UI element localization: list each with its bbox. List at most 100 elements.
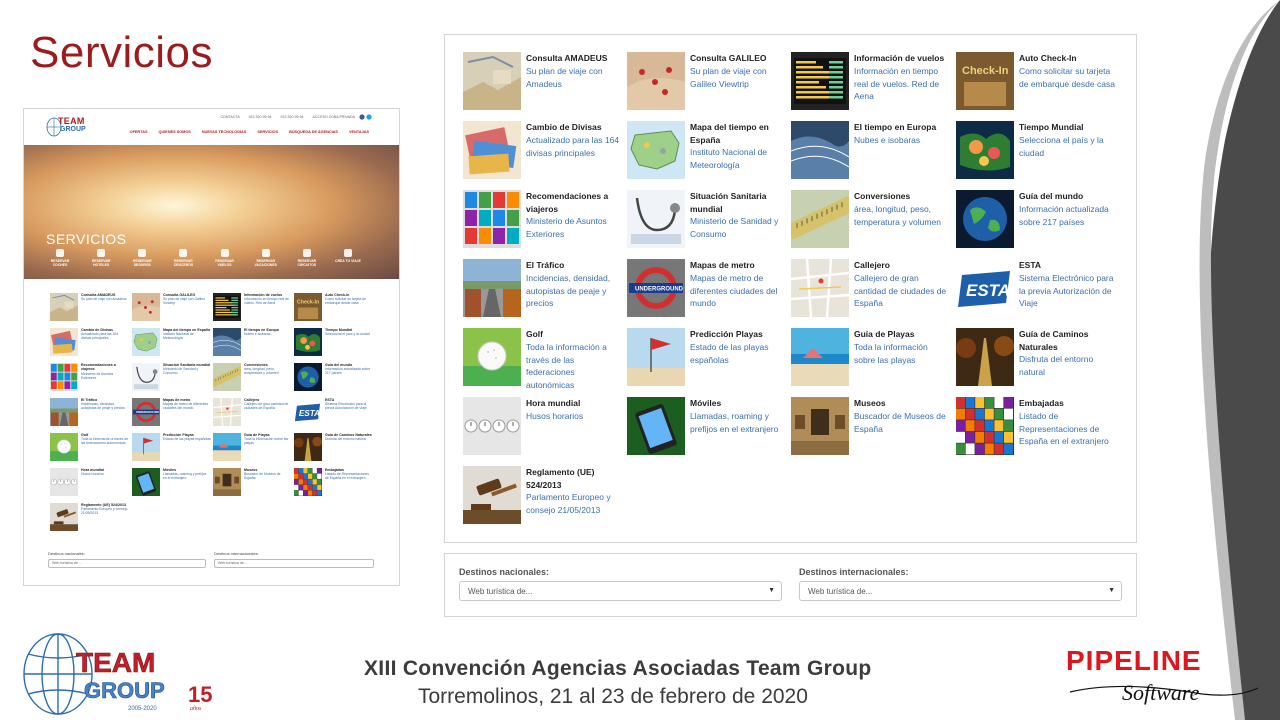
service-title[interactable]: Callejero [854, 259, 950, 272]
mini-service-card[interactable]: Consulta AMADEUS Su plan de viaje con Ama… [50, 293, 130, 325]
map-thumbnail[interactable] [463, 52, 521, 110]
street-map-thumbnail[interactable] [791, 259, 849, 317]
service-title[interactable]: Reglamento (UE) 524/2013 [526, 466, 622, 491]
service-title[interactable]: Golf [526, 328, 622, 341]
service-card[interactable]: Consulta AMADEUS Su plan de viaje con Ama… [463, 52, 623, 114]
mini-service-card[interactable]: Recomendaciones a viajeros Ministerio de … [50, 363, 130, 395]
mini-service-card[interactable]: Museos Buscador de Museos de España [213, 468, 293, 500]
mini-book-cruises-button[interactable]: RESERVAR CRUCEROS [167, 249, 199, 275]
service-subtitle[interactable]: Toda la información a través de las fede… [526, 341, 622, 391]
mini-service-card[interactable]: Callejero Callejero de gran cantidad de c… [212, 397, 293, 430]
service-title[interactable]: Tiempo Mundial [1019, 121, 1115, 134]
service-subtitle[interactable]: Su plan de viaje con Amadeus [526, 65, 622, 90]
service-title[interactable]: Información de vuelos [854, 52, 950, 65]
service-card[interactable]: Cambio de Divisas Actualizado para las 16… [463, 121, 623, 183]
mini-create-trip-button[interactable]: CREA TU VIAJE [332, 249, 364, 275]
mini-service-card[interactable]: Consulta GALILEO Su plan de viaje con Gal… [132, 293, 212, 325]
mini-service-card[interactable]: UNDERGROUND Mapas de metro Mapas de metro … [132, 398, 212, 430]
mini-service-card[interactable]: Reglamento (UE) 524/2013 Parlamento Europ… [50, 503, 130, 535]
mini-book-holidays-button[interactable]: RESERVAR VACACIONES [250, 249, 282, 275]
gavel-thumbnail[interactable] [463, 466, 521, 524]
service-card[interactable]: UNDERGROUND Mapas de metro Mapas de metro … [627, 259, 787, 321]
mini-service-card[interactable]: Móviles Llamadas, roaming y prefijos en e… [132, 468, 212, 500]
service-subtitle[interactable]: Como solicitar su tarjeta de embarque de… [1019, 65, 1115, 90]
service-subtitle[interactable]: Llamadas, roaming y prefijos en el extra… [690, 410, 786, 435]
travel-books-thumbnail[interactable] [463, 190, 521, 248]
service-subtitle[interactable]: Actualizado para las 164 divisas princip… [526, 134, 622, 159]
service-title[interactable]: Consulta GALILEO [690, 52, 786, 65]
service-subtitle[interactable]: Su plan de viaje con Galileo Viewtrip [690, 65, 786, 90]
service-subtitle[interactable]: Toda la información sobre las playas [854, 341, 950, 366]
forest-path-thumbnail[interactable] [956, 328, 1014, 386]
service-subtitle[interactable]: Estado de las playas españolas [690, 341, 786, 366]
service-subtitle[interactable]: Husos horarios [526, 410, 622, 423]
service-title[interactable]: Recomendaciones a viajeros [526, 190, 622, 215]
service-subtitle[interactable]: Incidencias, densidad, autopistas de pea… [526, 272, 622, 310]
service-subtitle[interactable]: Ministerio de Asuntos Exteriores [526, 215, 622, 240]
service-subtitle[interactable]: Listado de Representaciones de España en… [1019, 410, 1115, 448]
mini-nav-item[interactable]: SERVICIOS [257, 130, 278, 134]
service-card[interactable]: ESTA ESTA Sistema Electrónico para la prev… [956, 259, 1116, 321]
mini-service-card[interactable]: Información de vuelos Información en tiem… [213, 293, 293, 325]
service-title[interactable]: Hora mundial [526, 397, 622, 410]
mini-book-insurance-button[interactable]: RESERVAR SEGUROS [126, 249, 158, 275]
service-card[interactable]: Información de vuelos Información en tiem… [791, 52, 951, 114]
service-title[interactable]: El Tráfico [526, 259, 622, 272]
mini-service-card[interactable]: El Tráfico Incidencias, densidad, autopis… [50, 398, 130, 430]
service-card[interactable]: Golf Toda la información a través de las … [463, 328, 623, 390]
service-title[interactable]: Mapa del tiempo en España [690, 121, 786, 146]
mini-service-card[interactable]: Guía del mundo Información actualizada so… [294, 363, 374, 395]
service-subtitle[interactable]: Selecciona el país y la ciudad [1019, 134, 1115, 159]
service-title[interactable]: Situación Sanitaria mundial [690, 190, 786, 215]
world-weather-thumbnail[interactable] [956, 121, 1014, 179]
beach-flag-thumbnail[interactable] [627, 328, 685, 386]
service-card[interactable]: Conversiones área, longitud, peso, temper… [791, 190, 951, 252]
mini-service-card[interactable]: Predicción Playas Estado de las playas es… [132, 433, 212, 465]
stethoscope-thumbnail[interactable] [627, 190, 685, 248]
service-card[interactable]: El tiempo en Europa Nubes e isobaras [791, 121, 951, 183]
mini-book-cars-button[interactable]: RESERVAR COCHES [44, 249, 76, 275]
service-card[interactable]: Predicción Playas Estado de las playas es… [627, 328, 787, 390]
mini-service-card[interactable]: Guía de Caminos Naturales Disfruta del en… [294, 433, 374, 465]
mini-book-hotels-button[interactable]: RESERVAR HOTELES [85, 249, 117, 275]
service-title[interactable]: Guía de Playas [854, 328, 950, 341]
mini-service-card[interactable]: El tiempo en Europa Nubes e isobaras [212, 328, 293, 360]
service-card[interactable]: Consulta GALILEO Su plan de viaje con Gal… [627, 52, 787, 114]
mini-book-circuits-button[interactable]: RESERVAR CIRCUITOS [291, 249, 323, 275]
mini-nav-item[interactable]: NUEVAS TECNOLOGÍAS [202, 130, 246, 134]
mini-service-card[interactable]: Mapa del tiempo en España Instituto Nacio… [132, 328, 212, 360]
underground-thumbnail[interactable]: UNDERGROUND [627, 259, 685, 317]
mini-social-icons[interactable] [359, 114, 375, 120]
mini-service-card[interactable]: Conversiones área, longitud, peso, temper… [210, 363, 293, 395]
service-title[interactable]: Mapas de metro [690, 259, 786, 272]
service-card[interactable]: Guía del mundo Información actualizada so… [956, 190, 1116, 252]
service-subtitle[interactable]: Información en tiempo real de vuelos. Re… [854, 65, 950, 103]
service-subtitle[interactable]: Sistema Electrónico para la previa Autor… [1019, 272, 1115, 310]
service-subtitle[interactable]: Buscador de Museos de España [854, 410, 950, 435]
europe-weather-thumbnail[interactable] [791, 121, 849, 179]
dest-international-select[interactable]: Web turística de... ▼ [799, 581, 1122, 601]
service-subtitle[interactable]: Información actualizada sobre 217 países [1019, 203, 1115, 228]
departures-board-thumbnail[interactable] [791, 52, 849, 110]
service-card[interactable]: Guía de Caminos Naturales Disfruta del en… [956, 328, 1116, 390]
mini-dest-international-select[interactable]: Web turística de... [214, 559, 374, 568]
service-card[interactable]: Recomendaciones a viajeros Ministerio de … [463, 190, 623, 252]
service-card[interactable]: Mapa del tiempo en España Instituto Nacio… [627, 121, 787, 183]
service-title[interactable]: Móviles [690, 397, 786, 410]
mini-service-card[interactable]: ESTA ESTA Sistema Electrónico para la prev… [294, 398, 374, 430]
service-card[interactable]: Embajadas Listado de Representaciones de … [956, 397, 1116, 459]
mini-book-flights-button[interactable]: RESERVAR VUELOS [209, 249, 241, 275]
mini-service-card[interactable]: Situación Sanitaria mundial Ministerio de… [132, 363, 212, 395]
service-title[interactable]: El tiempo en Europa [854, 121, 950, 134]
service-title[interactable]: Guía del mundo [1019, 190, 1115, 203]
dest-national-select[interactable]: Web turística de... ▼ [459, 581, 782, 601]
service-title[interactable]: Embajadas [1019, 397, 1115, 410]
globe-thumbnail[interactable] [956, 190, 1014, 248]
mini-contact-link[interactable]: CONTACTA [221, 115, 240, 119]
mini-nav-item[interactable]: QUIENES SOMOS [159, 130, 191, 134]
mini-service-card[interactable]: Tiempo Mundial Selecciona el país y la ci… [294, 328, 374, 360]
beach-thumbnail[interactable] [791, 328, 849, 386]
service-card[interactable]: Museos Buscador de Museos de España [791, 397, 951, 459]
museum-thumbnail[interactable] [791, 397, 849, 455]
service-title[interactable]: Conversiones [854, 190, 950, 203]
